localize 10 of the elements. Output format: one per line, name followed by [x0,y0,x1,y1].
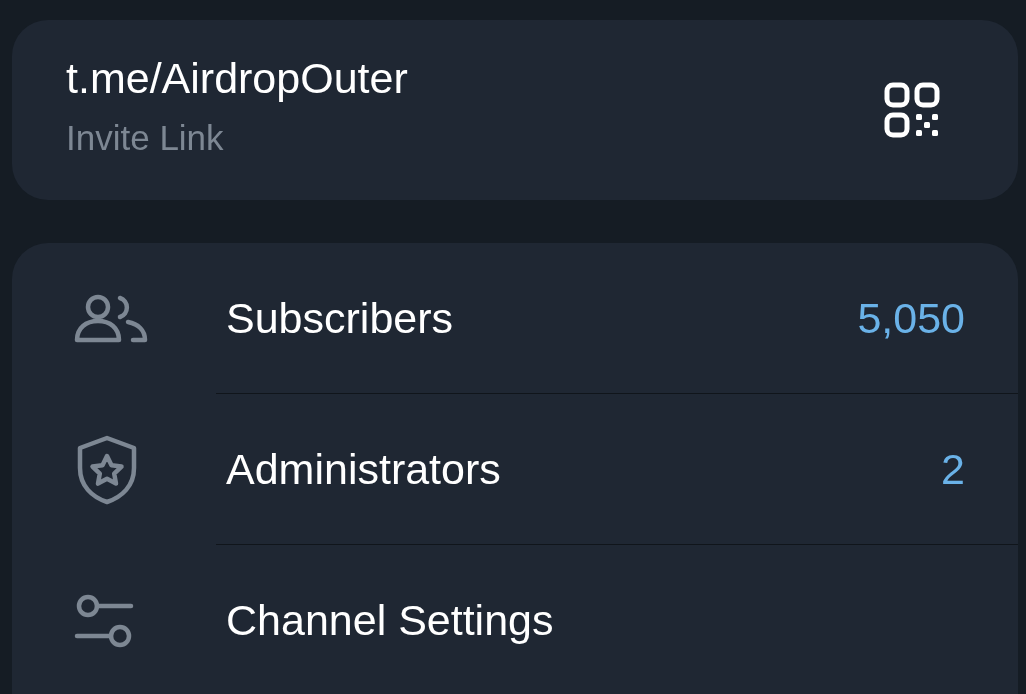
menu-item[interactable]: Channel Settings [226,596,554,645]
count: 2 [941,444,965,494]
people-icon [74,293,148,344]
menu-item[interactable]: Subscribers [226,293,454,343]
invite-link[interactable]: t.me/AirdropOuter [66,53,408,103]
count: 5,050 [857,293,965,343]
qr-code-icon[interactable] [884,82,940,138]
menu-item[interactable]: Administrators [226,444,501,494]
sliders-icon [74,592,134,649]
invite-link-label: Invite Link [66,117,225,159]
